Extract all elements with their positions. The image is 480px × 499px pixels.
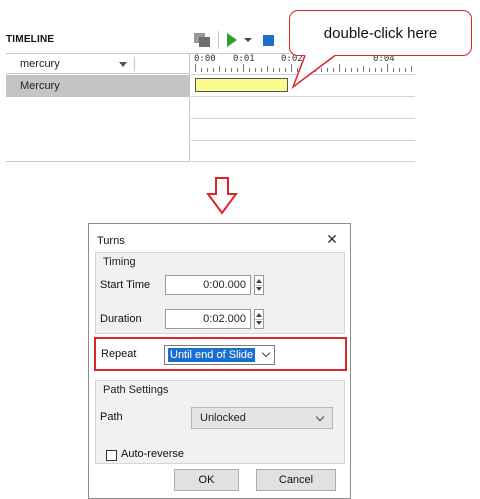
path-select[interactable]: Unlocked: [191, 407, 333, 429]
duration-input[interactable]: 0:02.000: [165, 309, 251, 329]
ruler-tick: [297, 68, 298, 72]
ruler-label-0: 0:00: [194, 54, 216, 64]
play-icon[interactable]: [227, 33, 237, 47]
track-line: [191, 118, 415, 119]
timeline-bottom-border: [6, 161, 190, 162]
down-arrow-icon: [206, 177, 238, 215]
track-line: [191, 161, 415, 162]
callout-text: double-click here: [323, 25, 438, 42]
ruler-tick: [291, 64, 292, 72]
path-settings-group-label: Path Settings: [103, 384, 169, 396]
ruler-tick: [303, 68, 304, 72]
toolbar-separator: [218, 31, 219, 49]
ruler-tick: [219, 66, 220, 72]
ruler-tick: [411, 66, 412, 72]
cancel-button[interactable]: Cancel: [256, 469, 336, 491]
ruler-tick: [273, 68, 274, 72]
ruler-tick: [267, 66, 268, 72]
ruler-tick: [387, 64, 388, 72]
start-time-label: Start Time: [100, 279, 151, 291]
stepper-up-icon[interactable]: [256, 313, 262, 317]
ruler-tick: [285, 68, 286, 72]
track-line: [191, 74, 415, 75]
ruler-tick: [381, 68, 382, 72]
stepper-divider: [255, 319, 263, 320]
turns-dialog: Turns ✕ Timing Start Time 0:00.000 Durat…: [88, 223, 351, 499]
chevron-down-icon[interactable]: [261, 348, 271, 358]
timeline-toolbar: [194, 28, 274, 52]
repeat-selected-value: Until end of Slide: [168, 348, 256, 362]
timeline-object-row[interactable]: Mercury: [6, 75, 190, 97]
ruler-tick: [405, 68, 406, 72]
timeline-object-list: mercury Mercury: [6, 54, 190, 162]
stop-icon[interactable]: [263, 34, 274, 46]
ruler-tick: [255, 68, 256, 72]
timing-group: Timing Start Time 0:00.000 Duration 0:02…: [95, 252, 345, 334]
path-selected-value: Unlocked: [200, 412, 246, 424]
path-settings-group: Path Settings Path Unlocked Auto-reverse: [95, 380, 345, 464]
callout-bubble: double-click here: [289, 10, 472, 56]
ruler-tick: [327, 68, 328, 72]
ruler-tick: [393, 68, 394, 72]
ruler-tick: [315, 66, 316, 72]
track-line: [191, 96, 415, 97]
selector-divider: [134, 57, 135, 71]
duration-label: Duration: [100, 313, 142, 325]
repeat-label: Repeat: [101, 348, 137, 360]
ruler-tick: [231, 68, 232, 72]
play-options-icon[interactable]: [244, 38, 252, 42]
stepper-divider: [255, 285, 263, 286]
ruler-tick: [249, 68, 250, 72]
ruler-tick: [333, 68, 334, 72]
auto-reverse-checkbox[interactable]: [106, 450, 117, 461]
object-selector-value: mercury: [20, 58, 60, 70]
auto-reverse-label[interactable]: Auto-reverse: [121, 448, 184, 460]
chevron-down-icon[interactable]: [315, 412, 325, 422]
stepper-down-icon[interactable]: [256, 287, 262, 291]
ruler-tick: [321, 68, 322, 72]
start-time-stepper[interactable]: [254, 275, 264, 295]
time-ruler[interactable]: 0:00 0:01 0:02 0:04: [191, 54, 415, 74]
animation-bar[interactable]: [195, 78, 288, 92]
timeline-title: TIMELINE: [6, 34, 55, 45]
ok-button[interactable]: OK: [174, 469, 239, 491]
object-row-label: Mercury: [20, 80, 60, 92]
chevron-down-icon[interactable]: [119, 62, 127, 67]
ruler-tick: [261, 68, 262, 72]
dialog-title: Turns: [97, 235, 125, 247]
ruler-tick: [357, 68, 358, 72]
ruler-tick: [363, 66, 364, 72]
ruler-tick: [369, 68, 370, 72]
ruler-tick: [279, 68, 280, 72]
timeline-tracks: 0:00 0:01 0:02 0:04: [191, 54, 415, 162]
start-time-input[interactable]: 0:00.000: [165, 275, 251, 295]
track-line: [191, 140, 415, 141]
ruler-tick: [351, 68, 352, 72]
ruler-tick: [207, 68, 208, 72]
stepper-up-icon[interactable]: [256, 279, 262, 283]
ruler-tick: [243, 64, 244, 72]
path-label: Path: [100, 411, 123, 423]
ruler-tick: [195, 64, 196, 72]
ruler-tick: [213, 68, 214, 72]
repeat-select[interactable]: Until end of Slide: [164, 345, 275, 365]
ruler-tick: [309, 68, 310, 72]
ruler-tick: [201, 68, 202, 72]
ruler-label-1: 0:01: [233, 54, 255, 64]
duration-stepper[interactable]: [254, 309, 264, 329]
repeat-highlight-frame: Repeat Until end of Slide: [94, 337, 347, 371]
ruler-tick: [225, 68, 226, 72]
layers-icon[interactable]: [194, 33, 210, 47]
close-icon[interactable]: ✕: [323, 231, 341, 247]
ruler-tick: [339, 64, 340, 72]
ruler-tick: [399, 68, 400, 72]
ruler-tick: [375, 68, 376, 72]
timing-group-label: Timing: [103, 256, 136, 268]
stepper-down-icon[interactable]: [256, 321, 262, 325]
ruler-tick: [345, 68, 346, 72]
object-selector[interactable]: mercury: [6, 54, 190, 74]
ruler-tick: [237, 68, 238, 72]
